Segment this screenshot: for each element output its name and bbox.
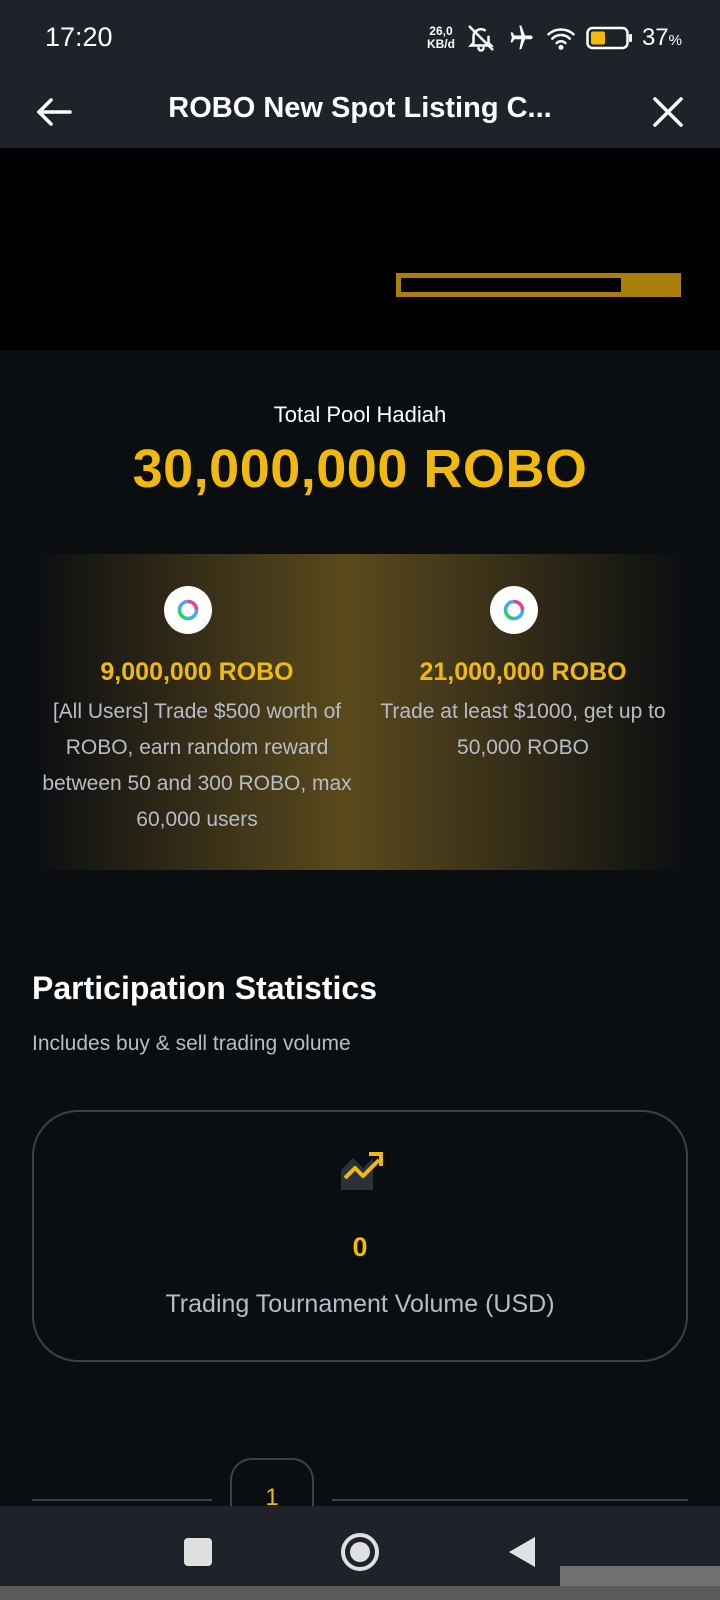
battery-percent: 37% [642, 24, 682, 52]
promo-banner [0, 148, 720, 350]
status-icons: 26,0 KB/d 37% [424, 20, 682, 56]
back-button[interactable] [32, 90, 76, 134]
bell-muted-icon [466, 23, 496, 53]
reward-amount: 9,000,000 ROBO [100, 658, 294, 686]
status-bar: 17:20 26,0 KB/d 37% [0, 0, 720, 80]
trading-volume-value: 0 [352, 1232, 368, 1262]
airplane-mode-icon [504, 23, 536, 53]
page-title: ROBO New Spot Listing C... [168, 92, 552, 124]
divider [332, 1499, 688, 1501]
circle-icon [341, 1533, 379, 1571]
status-time: 17:20 [45, 22, 113, 52]
reward-card: 21,000,000 ROBO Trade at least $1000, ge… [360, 554, 686, 870]
reward-card: 9,000,000 ROBO [All Users] Trade $500 wo… [34, 554, 360, 870]
home-button[interactable] [338, 1530, 382, 1574]
nav-back-button[interactable] [500, 1530, 544, 1574]
section-subtitle: Includes buy & sell trading volume [32, 1032, 351, 1055]
divider [32, 1499, 212, 1501]
battery-percent-unit: % [668, 32, 682, 49]
nav-corner [560, 1566, 720, 1586]
close-button[interactable] [646, 90, 690, 134]
prize-pool-amount: 30,000,000 ROBO [132, 439, 588, 499]
recent-apps-button[interactable] [176, 1530, 220, 1574]
reward-description: Trade at least $1000, get up to 50,000 R… [380, 700, 666, 759]
banner-bar [396, 273, 681, 297]
wifi-icon [544, 23, 578, 53]
reward-amount: 21,000,000 ROBO [419, 658, 627, 686]
reward-description: [All Users] Trade $500 worth of ROBO, ea… [42, 700, 352, 831]
prize-pool-label: Total Pool Hadiah [273, 402, 447, 427]
network-speed: 26,0 KB/d [424, 25, 458, 51]
arrow-left-icon [37, 98, 72, 126]
robo-coin-icon [490, 586, 538, 634]
battery-icon [586, 25, 634, 51]
triangle-back-icon [509, 1537, 535, 1567]
trending-up-icon [341, 1152, 383, 1190]
network-speed-unit: KB/d [426, 37, 455, 51]
banner-bar-inner [401, 278, 621, 292]
battery-percent-value: 37 [641, 24, 669, 51]
statistics-card: 0 Trading Tournament Volume (USD) [32, 1110, 688, 1362]
nav-edge [0, 1586, 720, 1600]
trading-volume-label: Trading Tournament Volume (USD) [165, 1290, 555, 1318]
reward-cards: 9,000,000 ROBO [All Users] Trade $500 wo… [34, 554, 686, 870]
robo-coin-icon [164, 586, 212, 634]
section-title: Participation Statistics [32, 970, 377, 1006]
app-header: ROBO New Spot Listing C... [0, 80, 720, 148]
close-icon [653, 97, 683, 127]
square-icon [184, 1538, 212, 1566]
